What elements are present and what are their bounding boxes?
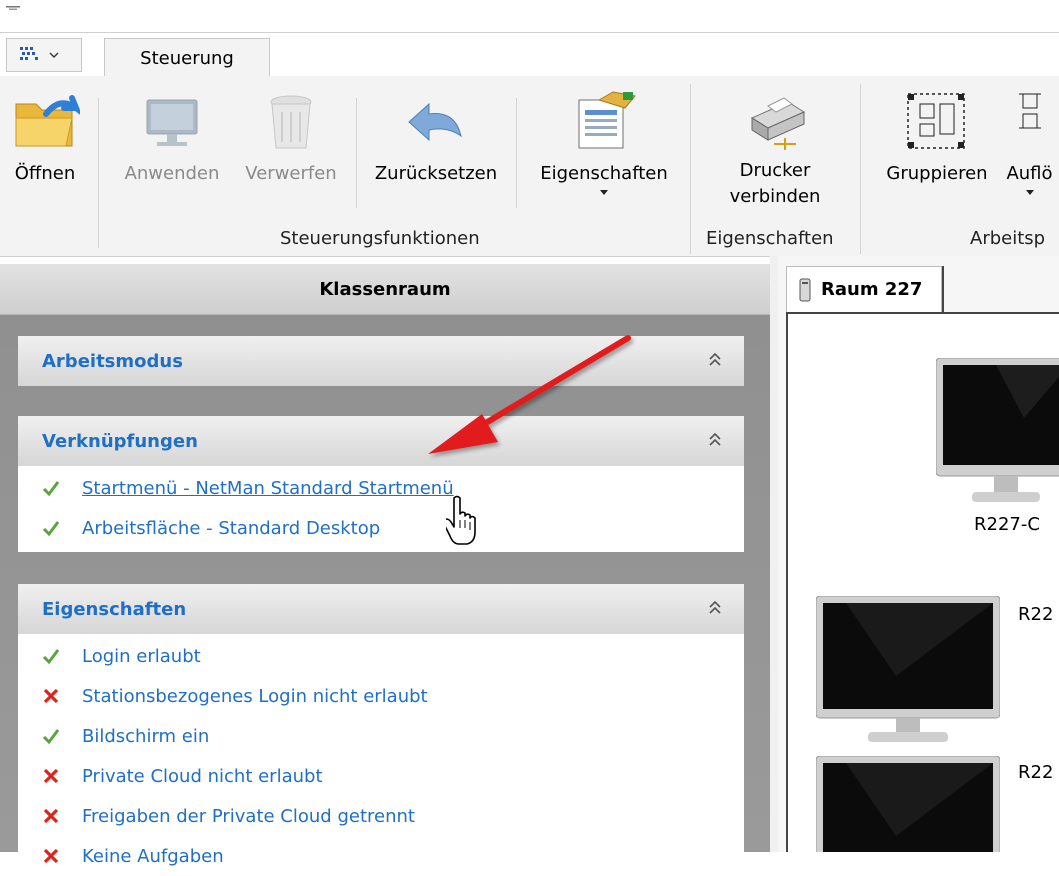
group-label-control: Steuerungsfunktionen	[280, 228, 480, 249]
properties-icon	[578, 91, 636, 149]
tab-room[interactable]: Raum 227	[786, 266, 942, 312]
group-icon	[907, 93, 965, 149]
classroom-panel-header: Klassenraum	[0, 264, 770, 315]
computer-label: R22	[1018, 762, 1054, 783]
discard-label: Verwerfen	[245, 163, 337, 184]
list-item[interactable]: Login erlaubt	[18, 636, 744, 676]
dropdown-caret-icon	[1025, 190, 1034, 195]
resolve-label: Auflö	[1006, 163, 1053, 184]
resolve-button[interactable]: Auflö	[1000, 90, 1059, 195]
collapse-icon[interactable]	[708, 430, 722, 450]
group-label: Gruppieren	[886, 163, 988, 184]
undo-icon	[408, 102, 462, 142]
divider	[942, 266, 944, 312]
group-button[interactable]: Gruppieren	[874, 90, 1000, 186]
open-button[interactable]: Öffnen	[0, 90, 90, 186]
folder-open-icon	[15, 95, 80, 147]
section-title: Verknüpfungen	[42, 430, 198, 452]
collapse-icon[interactable]	[708, 598, 722, 618]
check-icon	[42, 649, 60, 665]
list-item[interactable]: Keine Aufgaben	[18, 836, 744, 876]
chevron-down-icon	[49, 52, 59, 58]
collapse-icon[interactable]	[708, 350, 722, 370]
section-title: Eigenschaften	[42, 598, 187, 620]
open-label: Öffnen	[14, 163, 76, 184]
hand-cursor-icon	[446, 495, 476, 545]
panel-splitter[interactable]	[770, 256, 778, 852]
divider	[690, 84, 691, 254]
list-item[interactable]: Arbeitsfläche - Standard Desktop	[18, 508, 744, 548]
computer-label: R227-C	[974, 514, 1040, 535]
pc-tower-icon	[799, 278, 811, 301]
property-label: Private Cloud nicht erlaubt	[82, 765, 323, 787]
divider	[516, 98, 517, 208]
printer-label-line2: verbinden	[729, 186, 821, 207]
property-label: Login erlaubt	[82, 645, 201, 667]
annotation-arrow-icon	[428, 335, 631, 454]
divider	[860, 84, 861, 254]
divider	[356, 98, 357, 208]
list-item[interactable]: Private Cloud nicht erlaubt	[18, 756, 744, 796]
reset-label: Zurücksetzen	[374, 163, 498, 184]
tab-steuerung[interactable]: Steuerung	[104, 38, 270, 77]
group-label-workspace: Arbeitsp	[970, 228, 1046, 249]
cross-icon	[43, 688, 59, 704]
check-icon	[42, 521, 60, 537]
list-item[interactable]: Stationsbezogenes Login nicht erlaubt	[18, 676, 744, 716]
printer-icon	[750, 97, 806, 150]
room-tab-label: Raum 227	[821, 279, 923, 300]
dropdown-caret-icon	[600, 190, 608, 195]
quick-access-button[interactable]	[6, 38, 82, 72]
section-properties: Eigenschaften Login erlaubt Stationsbezo…	[18, 584, 744, 867]
property-label: Freigaben der Private Cloud getrennt	[82, 805, 415, 827]
printer-label-line1: Drucker	[739, 160, 811, 181]
connect-printer-button[interactable]: Drucker verbinden	[696, 90, 854, 210]
shortcut-link[interactable]: Arbeitsfläche - Standard Desktop	[82, 518, 380, 539]
tab-label: Steuerung	[140, 47, 234, 69]
computer-monitor-icon[interactable]	[816, 756, 1000, 852]
grid-icon	[20, 47, 38, 60]
divider	[98, 98, 99, 248]
computer-monitor-icon[interactable]	[936, 358, 1059, 508]
cross-icon	[43, 848, 59, 864]
section-title: Arbeitsmodus	[42, 350, 183, 372]
group-label-properties: Eigenschaften	[706, 228, 834, 249]
list-item[interactable]: Freigaben der Private Cloud getrennt	[18, 796, 744, 836]
check-icon	[42, 481, 60, 497]
app-menu-icon[interactable]	[6, 6, 20, 10]
discard-button[interactable]: Verwerfen	[232, 90, 350, 186]
computer-monitor-icon[interactable]	[816, 596, 1000, 748]
property-label: Bildschirm ein	[82, 725, 210, 747]
title-bar	[0, 0, 1059, 32]
list-item[interactable]: Startmenü - NetMan Standard Startmenü	[18, 468, 744, 508]
property-label: Stationsbezogenes Login nicht erlaubt	[82, 685, 428, 707]
trash-icon	[270, 95, 312, 149]
computer-label: R22	[1018, 604, 1054, 625]
properties-label: Eigenschaften	[540, 163, 668, 184]
properties-button[interactable]: Eigenschaften	[524, 90, 684, 195]
check-icon	[42, 729, 60, 745]
shortcut-link[interactable]: Startmenü - NetMan Standard Startmenü	[82, 478, 454, 499]
apply-button[interactable]: Anwenden	[112, 90, 232, 186]
property-label: Keine Aufgaben	[82, 845, 224, 867]
monitor-apply-icon	[146, 99, 198, 146]
apply-label: Anwenden	[124, 163, 220, 184]
reset-button[interactable]: Zurücksetzen	[360, 90, 512, 186]
section-header[interactable]: Eigenschaften	[18, 584, 744, 634]
panel-title: Klassenraum	[319, 278, 451, 300]
list-item[interactable]: Bildschirm ein	[18, 716, 744, 756]
cross-icon	[43, 768, 59, 784]
ungroup-icon	[1018, 93, 1041, 129]
cross-icon	[43, 808, 59, 824]
